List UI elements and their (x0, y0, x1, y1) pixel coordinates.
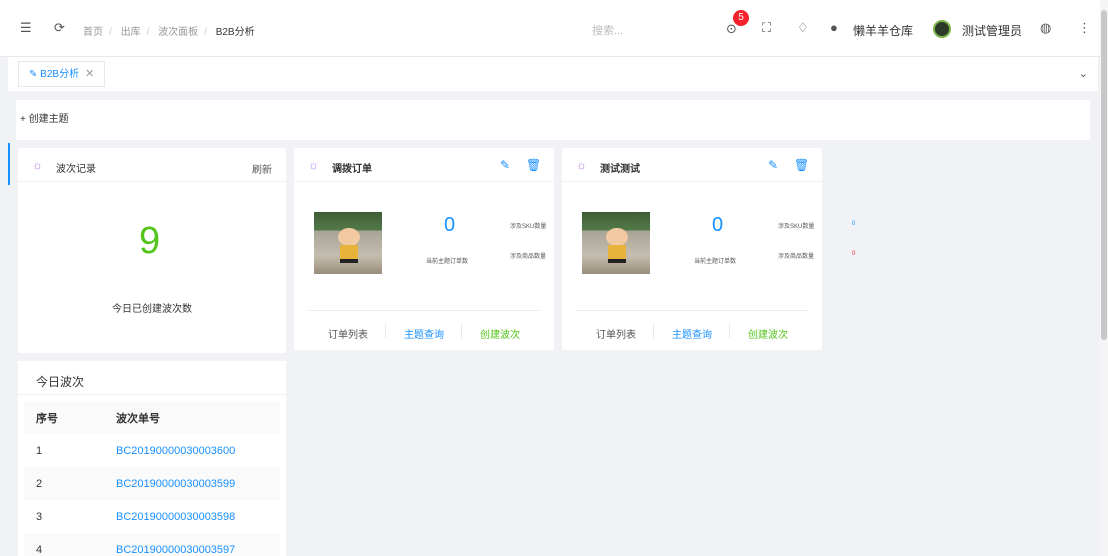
bulb-icon: ☼ (32, 158, 43, 172)
card-title: 今日波次 (36, 375, 85, 389)
topic-card: ☼ 调拨订单 ✎ 🗑 0 当前主题订单数 涉及SKU数量 涉及商品数量 订单列表… (294, 148, 554, 350)
more-icon[interactable]: ⋮ (1078, 20, 1091, 36)
topic-card: ☼ 测试测试 ✎ 🗑 0 当前主题订单数 涉及SKU数量 涉及商品数量 订单列表… (562, 148, 822, 350)
fullscreen-icon[interactable]: ⛶ (762, 20, 771, 36)
create-topic-button[interactable]: + 创建主题 (20, 114, 69, 125)
user-name[interactable]: 测试管理员 (962, 22, 1022, 39)
wave-code-link[interactable]: BC20190000030003598 (104, 500, 280, 533)
row-number: 3 (36, 510, 43, 523)
order-count-caption: 当前主题订单数 (694, 259, 737, 265)
wave-code-link[interactable]: BC20190000030003597 (104, 533, 280, 556)
card-title: 测试测试 (600, 164, 640, 175)
create-topic-bar: + 创建主题 (16, 100, 1090, 140)
wave-record-card: ☼ 波次记录 刷新 9 今日已创建波次数 (18, 148, 286, 353)
edit-icon: ✎ (29, 69, 41, 80)
card-header: ☼ 波次记录 刷新 (18, 148, 286, 182)
column-header-no: 序号 (24, 401, 104, 434)
breadcrumb: 首页 / 出库 / 波次面板 / B2B分析 (83, 27, 255, 38)
order-list-link[interactable]: 订单列表 (328, 326, 368, 341)
left-accent (8, 143, 10, 185)
card-title: 波次记录 (56, 164, 96, 175)
order-count: 0 (712, 214, 724, 236)
topic-query-link[interactable]: 主题查询 (672, 326, 712, 341)
table-row[interactable]: 3 BC20190000030003598 (24, 500, 280, 533)
menu-fold-icon[interactable]: ☰ (20, 20, 32, 36)
column-header-code: 波次单号 (104, 401, 280, 434)
bulb-icon: ☼ (576, 158, 587, 172)
avatar[interactable] (933, 20, 951, 38)
table-header-row: 序号 波次单号 (24, 401, 280, 434)
wave-code-link[interactable]: BC20190000030003600 (104, 434, 280, 467)
language-icon[interactable]: ◍ (1040, 20, 1051, 36)
warehouse-name[interactable]: 懒羊羊仓库 (853, 22, 913, 39)
edit-icon[interactable]: ✎ (768, 158, 778, 172)
divider (653, 324, 654, 338)
divider (576, 310, 808, 311)
divider (461, 324, 462, 338)
tab-bar: ✎ B2B分析 ✕ ⌄ (8, 57, 1098, 91)
order-count-caption: 当前主题订单数 (426, 259, 469, 265)
edit-icon[interactable]: ✎ (500, 158, 510, 172)
breadcrumb-home[interactable]: 首页 (83, 27, 103, 38)
sku-count-value: 0 (852, 221, 856, 227)
topic-image (314, 212, 382, 274)
goods-count-label: 涉及商品数量 (778, 254, 815, 260)
create-wave-link[interactable]: 创建波次 (480, 326, 520, 341)
close-icon[interactable]: ✕ (85, 68, 94, 80)
breadcrumb-outbound[interactable]: 出库 (121, 27, 141, 38)
card-header: ☼ 测试测试 ✎ 🗑 (562, 148, 822, 182)
bulb-icon: ☼ (308, 158, 319, 172)
chevron-down-icon[interactable]: ⌄ (1079, 67, 1088, 80)
divider (729, 324, 730, 338)
divider (18, 394, 286, 395)
tab-label: B2B分析 (40, 69, 80, 80)
divider (308, 310, 540, 311)
notification-badge: 5 (733, 10, 749, 26)
delete-icon[interactable]: 🗑 (526, 158, 541, 172)
order-count: 0 (444, 214, 456, 236)
table-row[interactable]: 4 BC20190000030003597 (24, 533, 280, 556)
page-scrollbar[interactable] (1100, 0, 1108, 556)
table-row[interactable]: 1 BC20190000030003600 (24, 434, 280, 467)
top-header: ☰ ⟳ 首页 / 出库 / 波次面板 / B2B分析 搜索... ⊙ 5 ⛶ ♢ ● … (0, 0, 1100, 57)
sku-count-label: 涉及SKU数量 (510, 224, 547, 230)
bell-icon[interactable]: ♢ (797, 20, 809, 36)
wave-count-caption: 今日已创建波次数 (112, 304, 192, 315)
card-title: 调拨订单 (332, 164, 372, 175)
table-row[interactable]: 2 BC20190000030003599 (24, 467, 280, 500)
goods-count-label: 涉及商品数量 (510, 254, 547, 260)
search-input[interactable]: 搜索... (592, 22, 623, 38)
row-number: 2 (24, 467, 104, 500)
goods-count-value: 0 (852, 251, 856, 257)
refresh-icon[interactable]: ⟳ (54, 20, 65, 36)
row-number: 1 (36, 444, 43, 457)
refresh-button[interactable]: 刷新 (252, 161, 272, 176)
topic-query-link[interactable]: 主题查询 (404, 326, 444, 341)
today-waves-card: 今日波次 序号 波次单号 1 BC20190000030003600 2 BC2… (18, 361, 286, 556)
user-icon: ● (830, 20, 838, 35)
sku-count-label: 涉及SKU数量 (778, 224, 815, 230)
tab-b2b-analysis[interactable]: ✎ B2B分析 ✕ (18, 61, 106, 87)
delete-icon[interactable]: 🗑 (794, 158, 809, 172)
breadcrumb-current: B2B分析 (215, 27, 255, 38)
divider (385, 324, 386, 338)
create-wave-link[interactable]: 创建波次 (748, 326, 788, 341)
waves-table: 序号 波次单号 1 BC20190000030003600 2 BC201900… (24, 401, 280, 556)
scrollbar-thumb[interactable] (1101, 10, 1107, 340)
wave-code-link[interactable]: BC20190000030003599 (104, 467, 280, 500)
breadcrumb-wave-panel[interactable]: 波次面板 (158, 27, 198, 38)
topic-image (582, 212, 650, 274)
row-number: 4 (24, 533, 104, 556)
card-header: ☼ 调拨订单 ✎ 🗑 (294, 148, 554, 182)
wave-count: 9 (139, 220, 161, 262)
order-list-link[interactable]: 订单列表 (596, 326, 636, 341)
